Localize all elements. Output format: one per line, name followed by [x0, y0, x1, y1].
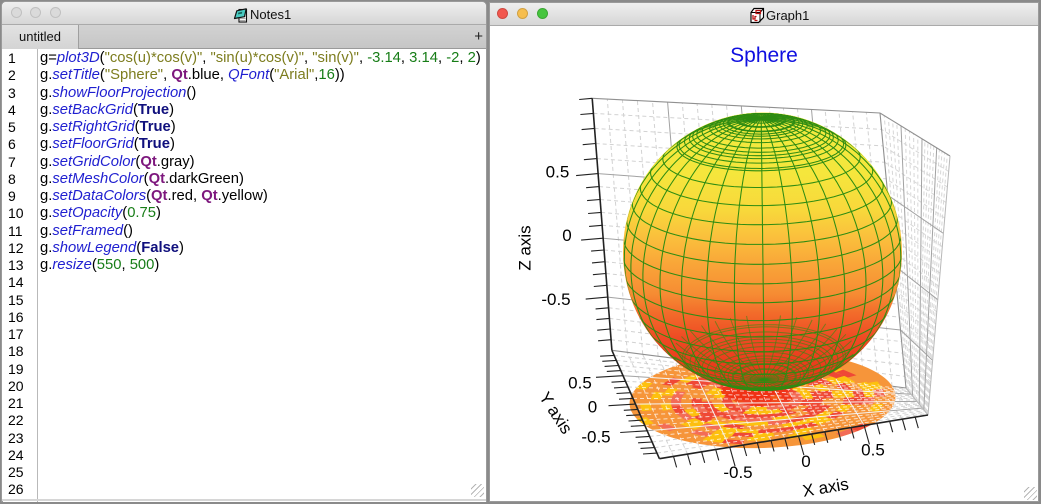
- svg-text:X axis: X axis: [801, 474, 850, 500]
- svg-text:Y axis: Y axis: [535, 389, 576, 438]
- svg-text:-0.5: -0.5: [581, 428, 610, 447]
- svg-text:0: 0: [588, 398, 597, 417]
- svg-text:0.5: 0.5: [546, 163, 570, 182]
- svg-text:0.5: 0.5: [861, 441, 885, 460]
- svg-text:0: 0: [562, 226, 571, 245]
- svg-text:-0.5: -0.5: [723, 463, 752, 482]
- svg-text:0.5: 0.5: [568, 374, 592, 393]
- svg-text:0: 0: [801, 452, 810, 471]
- svg-text:-0.5: -0.5: [541, 290, 570, 309]
- svg-text:Z axis: Z axis: [516, 225, 535, 270]
